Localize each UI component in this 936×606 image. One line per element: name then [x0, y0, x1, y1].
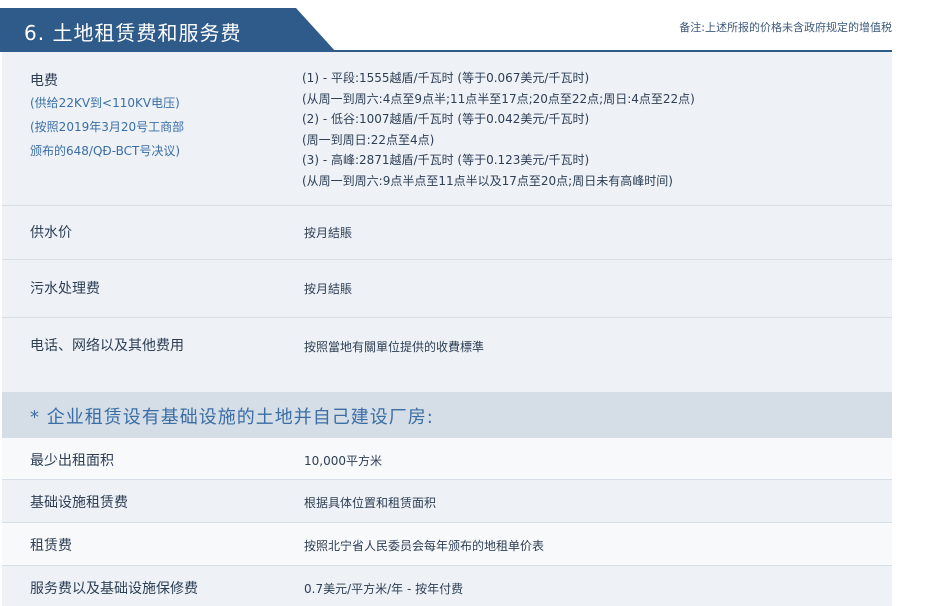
row-label: 电话、网络以及其他费用 — [30, 338, 184, 354]
electricity-decision-note-2: 颁布的648/QĐ-BCT号决议) — [30, 144, 181, 158]
electricity-decision-note-1: (按照2019年3月20号工商部 — [30, 120, 185, 134]
table-row: 污水处理费 按月結賬 — [2, 260, 892, 318]
electricity-rate-line: (从周一到周六:4点至9点半;11点半至17点;20点至22点;周日:4点至22… — [302, 92, 695, 106]
row-label: 服务费以及基础设施保修费 — [30, 581, 198, 597]
row-value: 按月結賬 — [304, 282, 353, 296]
row-label: 污水处理费 — [30, 281, 100, 297]
electricity-rate-line: (3) - 高峰:2871越盾/千瓦时 (等于0.123美元/千瓦时) — [302, 153, 590, 167]
row-value: 按照當地有關單位提供的收費標準 — [304, 340, 485, 354]
table-row: 基础设施租赁费 根据具体位置和租赁面积 — [2, 480, 892, 523]
electricity-rate-line: (2) - 低谷:1007越盾/千瓦时 (等于0.042美元/千瓦时) — [302, 112, 590, 126]
table-row: 供水价 按月結賬 — [2, 206, 892, 260]
row-label: 最少出租面积 — [30, 453, 114, 469]
electricity-rate-line: (从周一到周六:9点半点至11点半以及17点至20点;周日未有高峰时间) — [302, 174, 673, 188]
row-label: 供水价 — [30, 225, 72, 241]
row-value: 10,000平方米 — [304, 454, 382, 468]
fee-table: 电费 (供给22KV到<110KV电压) (按照2019年3月20号工商部 颁布… — [2, 52, 892, 606]
section-heading-bar: * 企业租赁设有基础设施的土地并自己建设厂房: — [2, 392, 892, 438]
row-value: 根据具体位置和租赁面积 — [304, 496, 437, 510]
section-heading: * 企业租赁设有基础设施的土地并自己建设厂房: — [30, 407, 434, 428]
table-row: 服务费以及基础设施保修费 0.7美元/平方米/年 - 按年付费 — [2, 566, 892, 606]
electricity-rate-line: (周一到周日:22点至4点) — [302, 133, 435, 147]
row-value: 按照北宁省人民委员会每年颁布的地租单价表 — [304, 539, 545, 553]
row-label: 租赁费 — [30, 538, 72, 554]
table-row: 电话、网络以及其他费用 按照當地有關單位提供的收費標準 — [2, 318, 892, 374]
electricity-voltage-note: (供给22KV到<110KV电压) — [30, 96, 180, 110]
table-row: 最少出租面积 10,000平方米 — [2, 438, 892, 480]
section-spacer — [2, 374, 892, 392]
electricity-label: 电费 — [30, 73, 58, 89]
section-title: 6. 土地租赁费和服务费 — [24, 21, 242, 45]
electricity-row: 电费 (供给22KV到<110KV电压) (按照2019年3月20号工商部 颁布… — [2, 52, 892, 206]
table-row: 租赁费 按照北宁省人民委员会每年颁布的地租单价表 — [2, 523, 892, 566]
electricity-rate-line: (1) - 平段:1555越盾/千瓦时 (等于0.067美元/千瓦时) — [302, 71, 590, 85]
row-value: 0.7美元/平方米/年 - 按年付费 — [304, 582, 464, 596]
row-label: 基础设施租赁费 — [30, 495, 128, 511]
row-value: 按月結賬 — [304, 226, 353, 240]
page-header: 6. 土地租赁费和服务费 备注:上述所报的价格未含政府规定的增值税 — [0, 0, 936, 52]
vat-note: 备注:上述所报的价格未含政府规定的增值税 — [679, 21, 892, 34]
